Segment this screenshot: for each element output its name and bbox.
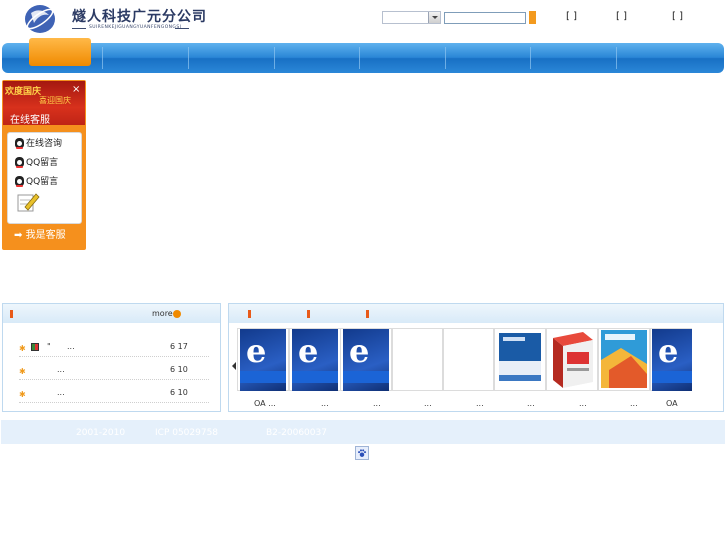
top-link-1[interactable]: [ ] bbox=[566, 11, 577, 22]
logo-rule-left bbox=[72, 28, 86, 29]
news-date: 6 10 bbox=[170, 388, 188, 397]
search-input[interactable] bbox=[444, 12, 526, 24]
product-box-image bbox=[553, 332, 593, 388]
product-caption[interactable]: ... bbox=[579, 399, 587, 408]
section-marker-icon bbox=[10, 310, 13, 318]
service-title: 在线客服 bbox=[10, 115, 50, 126]
flag-icon bbox=[31, 343, 39, 351]
nav-item-2[interactable] bbox=[103, 45, 188, 71]
products-header bbox=[229, 304, 723, 323]
nav-item-8[interactable] bbox=[617, 45, 723, 71]
product-caption[interactable]: OA ... bbox=[254, 399, 276, 408]
news-title: ... bbox=[67, 342, 75, 351]
news-row[interactable]: ✱ " ... 6 17 bbox=[19, 342, 209, 357]
icp-number[interactable]: ICP 05029758 bbox=[155, 428, 218, 438]
copyright-text: 2001-2010 bbox=[76, 428, 126, 438]
tab-marker-icon[interactable] bbox=[248, 310, 251, 318]
qq-icon bbox=[15, 176, 24, 187]
nav-item-home[interactable] bbox=[29, 38, 91, 66]
nav-item-5[interactable] bbox=[360, 45, 445, 71]
scroll-left-icon[interactable] bbox=[232, 362, 236, 370]
service-item-label: QQ留言 bbox=[26, 158, 59, 168]
news-row[interactable]: ✱ ... 6 10 bbox=[19, 365, 209, 380]
product-item[interactable] bbox=[392, 328, 443, 391]
service-item-consult[interactable]: 在线咨询 bbox=[15, 136, 62, 149]
company-name-en: SUIRENKEJIGUANGYUANFENGONGSI bbox=[89, 25, 182, 30]
baidu-paw-icon[interactable] bbox=[355, 446, 369, 460]
more-arrow-icon[interactable] bbox=[173, 310, 181, 318]
nav-item-3[interactable] bbox=[189, 45, 274, 71]
top-link-2[interactable]: [ ] bbox=[616, 11, 627, 22]
top-link-3[interactable]: [ ] bbox=[672, 11, 683, 22]
search-category-select[interactable] bbox=[382, 11, 441, 24]
nav-item-6[interactable] bbox=[446, 45, 530, 71]
service-item-label: 在线咨询 bbox=[26, 139, 63, 149]
news-row[interactable]: ✱ ... 6 10 bbox=[19, 388, 209, 403]
service-item-label: QQ留言 bbox=[26, 177, 59, 187]
news-date: 6 17 bbox=[170, 342, 188, 351]
product-item[interactable] bbox=[443, 328, 494, 391]
nav-item-7[interactable] bbox=[531, 45, 616, 71]
arrow-right-icon: ➡ bbox=[14, 230, 23, 241]
product-caption[interactable]: ... bbox=[321, 399, 329, 408]
product-caption[interactable]: ... bbox=[630, 399, 638, 408]
chevron-down-icon[interactable] bbox=[428, 12, 440, 23]
product-caption[interactable]: OA bbox=[666, 399, 678, 408]
banner-text-1: 欢度国庆 bbox=[5, 87, 42, 97]
product-caption[interactable]: ... bbox=[373, 399, 381, 408]
product-box-image: e bbox=[652, 329, 692, 391]
tab-marker-icon[interactable] bbox=[307, 310, 310, 318]
qq-icon bbox=[15, 157, 24, 168]
service-item-qq-message[interactable]: QQ留言 bbox=[15, 155, 58, 168]
service-footer[interactable]: ➡ 我是客服 bbox=[14, 226, 66, 241]
product-box-image bbox=[499, 333, 541, 381]
news-more-link[interactable]: more bbox=[152, 309, 173, 318]
star-icon: ✱ bbox=[19, 390, 26, 399]
tab-marker-icon[interactable] bbox=[366, 310, 369, 318]
nav-item-4[interactable] bbox=[275, 45, 359, 71]
service-item-qq-message[interactable]: QQ留言 bbox=[15, 174, 58, 187]
banner-text-2: 喜迎国庆 bbox=[39, 96, 71, 105]
search-button[interactable] bbox=[529, 11, 536, 24]
product-caption[interactable]: ... bbox=[476, 399, 484, 408]
product-box-image bbox=[601, 330, 647, 388]
news-prefix: " bbox=[47, 342, 51, 351]
message-pencil-icon[interactable] bbox=[16, 191, 40, 213]
license-number: B2-20060037 bbox=[266, 428, 327, 438]
news-title: ... bbox=[57, 365, 65, 374]
product-box-image: e bbox=[240, 329, 286, 391]
news-header bbox=[3, 304, 220, 323]
company-logo-icon bbox=[25, 5, 55, 33]
close-icon[interactable]: × bbox=[72, 84, 80, 95]
service-footer-label: 我是客服 bbox=[25, 230, 66, 241]
qq-icon bbox=[15, 138, 24, 149]
product-box-image: e bbox=[292, 329, 338, 391]
product-box-image: e bbox=[343, 329, 389, 391]
news-title: ... bbox=[57, 388, 65, 397]
product-caption[interactable]: ... bbox=[527, 399, 535, 408]
product-caption[interactable]: ... bbox=[424, 399, 432, 408]
logo-rule-right bbox=[175, 28, 189, 29]
company-name: 燧人科技广元分公司 bbox=[72, 9, 207, 25]
star-icon: ✱ bbox=[19, 367, 26, 376]
news-date: 6 10 bbox=[170, 365, 188, 374]
star-icon: ✱ bbox=[19, 344, 26, 353]
